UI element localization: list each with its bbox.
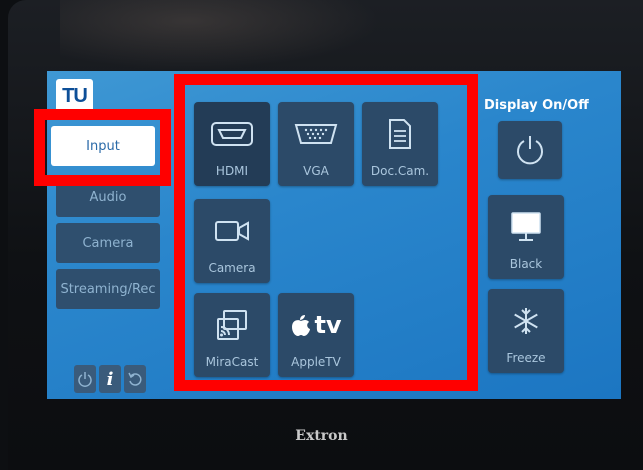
display-power-button[interactable] <box>498 121 562 179</box>
logo: TU <box>56 79 93 113</box>
snowflake-icon <box>488 299 564 343</box>
power-icon <box>498 128 562 172</box>
screen-glare <box>60 0 380 70</box>
input-highlight-box <box>34 109 171 186</box>
input-tiles-highlight-box <box>174 74 478 391</box>
monitor-icon <box>488 205 564 249</box>
power-icon[interactable] <box>74 365 96 393</box>
sidebar-item-camera[interactable]: Camera <box>56 223 160 263</box>
display-button-label: Black <box>509 257 543 271</box>
refresh-icon[interactable] <box>124 365 146 393</box>
info-icon-glyph: i <box>106 368 114 390</box>
sidebar-item-label: Audio <box>89 189 127 205</box>
sidebar-item-label: Camera <box>82 235 134 251</box>
info-icon[interactable]: i <box>99 365 121 393</box>
display-title: Display On/Off <box>484 98 589 113</box>
display-black-button[interactable]: Black <box>488 195 564 279</box>
sidebar-item-streaming[interactable]: Streaming/Rec <box>56 269 160 309</box>
device-brand: Extron <box>295 428 348 444</box>
display-button-label: Freeze <box>506 351 546 365</box>
display-freeze-button[interactable]: Freeze <box>488 289 564 373</box>
sidebar-item-label: Streaming/Rec <box>60 281 156 297</box>
